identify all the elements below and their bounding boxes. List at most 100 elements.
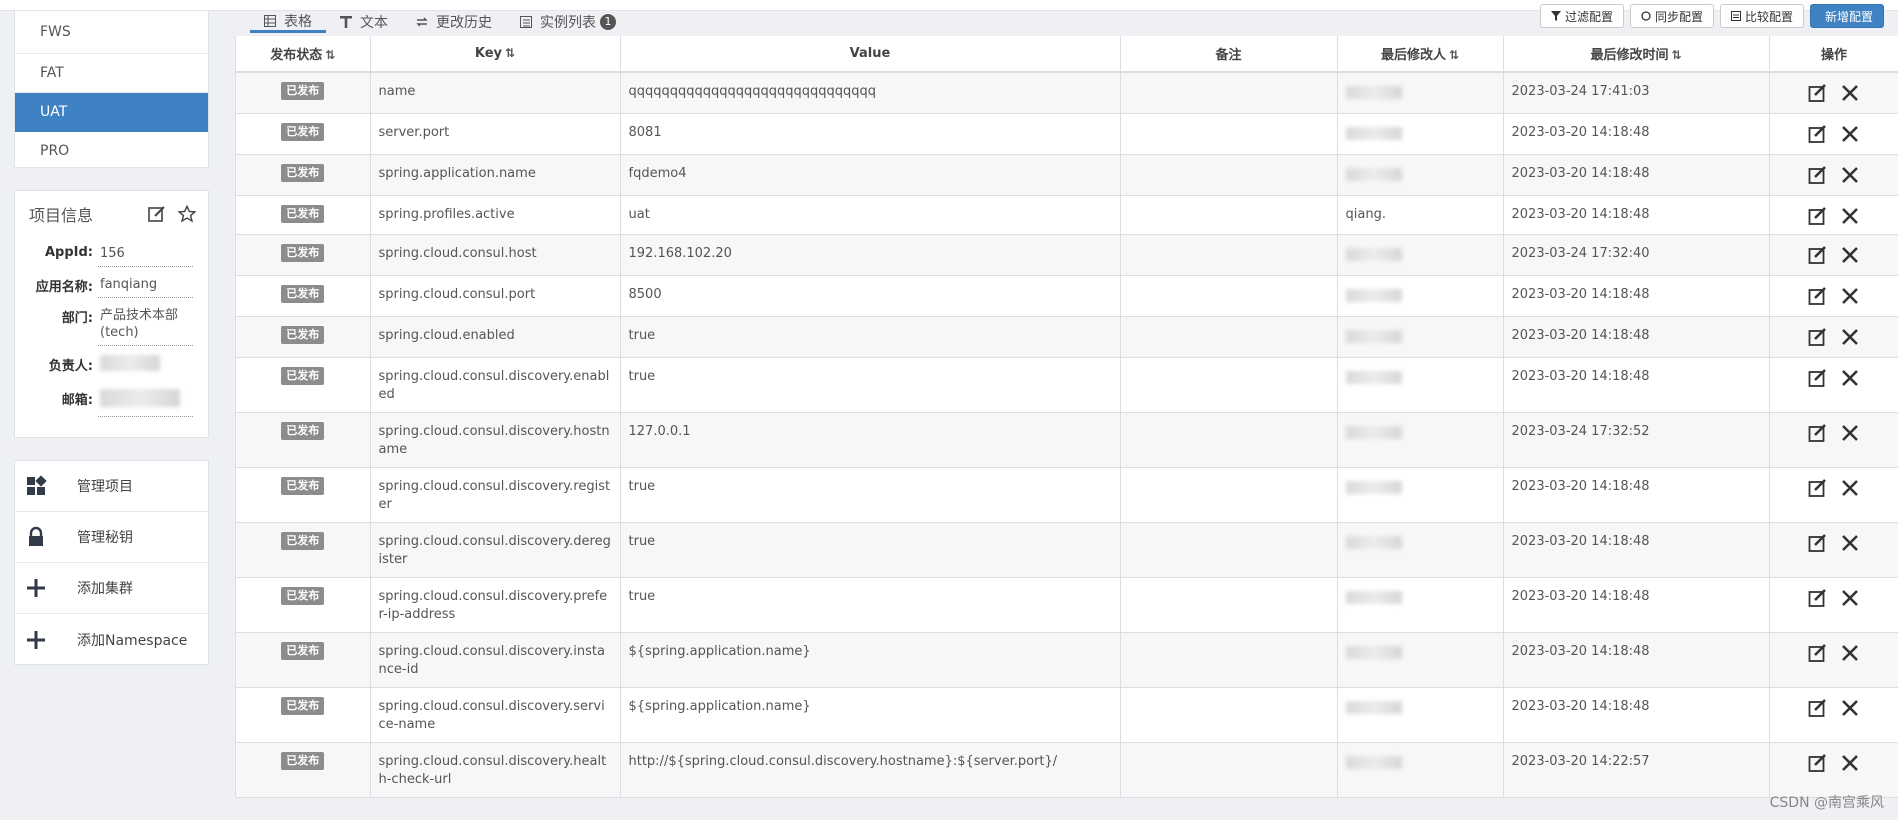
action-button-1[interactable]: 同步配置 [1629, 4, 1714, 28]
time-cell: 2023-03-20 14:18:48 [1503, 195, 1770, 235]
star-icon[interactable] [178, 204, 196, 223]
delete-icon[interactable] [1840, 753, 1860, 773]
delete-icon[interactable] [1840, 124, 1860, 144]
edit-icon[interactable] [1808, 327, 1828, 347]
modifier-cell [1337, 412, 1504, 468]
edit-icon[interactable] [1808, 533, 1828, 553]
sort-icon[interactable]: ⇅ [1671, 48, 1681, 62]
owner-row: 负责人: [15, 352, 208, 380]
edit-icon[interactable] [1808, 286, 1828, 306]
time-cell: 2023-03-20 14:18:48 [1503, 154, 1770, 196]
value-cell: true [620, 316, 1121, 358]
edit-icon[interactable] [1808, 478, 1828, 498]
appid-row: AppId: 156 [15, 242, 208, 267]
modifier-cell [1337, 687, 1504, 743]
status-badge: 已发布 [281, 244, 325, 262]
edit-icon[interactable] [1808, 245, 1828, 265]
compare-icon [1730, 11, 1741, 21]
delete-icon[interactable] [1840, 698, 1860, 718]
action-button-0[interactable]: 过滤配置 [1539, 4, 1624, 28]
config-actions: 过滤配置 同步配置 比较配置 新增配置 [1539, 4, 1884, 28]
edit-icon[interactable] [1808, 698, 1828, 718]
delete-icon[interactable] [1840, 423, 1860, 443]
menu-item-2[interactable]: 添加集群 [15, 563, 208, 614]
delete-icon[interactable] [1840, 286, 1860, 306]
sort-icon[interactable]: ⇅ [1449, 48, 1459, 62]
ops-cell [1769, 275, 1898, 317]
env-item-pro[interactable]: PRO [15, 132, 208, 171]
value-cell: 192.168.102.20 [620, 234, 1121, 276]
status-cell: 已发布 [236, 113, 371, 155]
env-item-fws[interactable]: FWS [15, 11, 208, 54]
edit-icon[interactable] [148, 205, 166, 223]
time-cell: 2023-03-20 14:18:48 [1503, 467, 1770, 523]
delete-icon[interactable] [1840, 533, 1860, 553]
delete-icon[interactable] [1840, 478, 1860, 498]
time-cell: 2023-03-20 14:18:48 [1503, 113, 1770, 155]
value-cell: ${spring.application.name} [620, 687, 1121, 743]
env-item-fat[interactable]: FAT [15, 54, 208, 93]
ops-cell [1769, 632, 1898, 688]
delete-icon[interactable] [1840, 327, 1860, 347]
redacted-modifier [1345, 646, 1402, 659]
delete-icon[interactable] [1840, 588, 1860, 608]
redacted-modifier [1345, 756, 1402, 769]
redacted-modifier [1345, 86, 1402, 99]
redacted-modifier [1345, 701, 1402, 714]
table-row: 已发布 spring.cloud.consul.discovery.service… [236, 687, 1898, 743]
delete-icon[interactable] [1840, 165, 1860, 185]
tab-3[interactable]: 实例列表 1 [506, 11, 630, 33]
config-table: 发布状态 ⇅ Key ⇅ Value 备注 最后修改人 ⇅ 最后修改时间 ⇅ 操作 已发… [236, 36, 1898, 798]
watermark: CSDN @南宫乘风 [1769, 795, 1884, 811]
comment-cell [1120, 195, 1338, 235]
value-cell: qqqqqqqqqqqqqqqqqqqqqqqqqqqqqq [620, 72, 1121, 114]
menu-item-1[interactable]: 管理秘钥 [15, 512, 208, 563]
value-cell: 127.0.0.1 [620, 412, 1121, 468]
time-cell: 2023-03-20 14:22:57 [1503, 742, 1770, 798]
action-button-2[interactable]: 比较配置 [1719, 4, 1804, 28]
redacted-owner [100, 355, 160, 371]
edit-icon[interactable] [1808, 643, 1828, 663]
status-cell: 已发布 [236, 316, 371, 358]
modifier-cell: qiang. [1337, 195, 1504, 235]
menu-item-0[interactable]: 管理项目 [15, 461, 208, 512]
key-cell: server.port [370, 113, 621, 155]
header-status[interactable]: 发布状态 ⇅ [236, 36, 371, 73]
comment-cell [1120, 234, 1338, 276]
table-row: 已发布 server.port 8081 2023-03-20 14:18:48 [236, 113, 1898, 155]
edit-icon[interactable] [1808, 368, 1828, 388]
env-item-uat[interactable]: UAT [15, 93, 208, 132]
delete-icon[interactable] [1840, 245, 1860, 265]
edit-icon[interactable] [1808, 753, 1828, 773]
table-row: 已发布 spring.cloud.consul.host 192.168.102.2… [236, 234, 1898, 276]
sort-icon[interactable]: ⇅ [325, 48, 335, 62]
action-button-3[interactable]: 新增配置 [1809, 4, 1884, 28]
menu-item-3[interactable]: 添加Namespace [15, 614, 208, 665]
header-time[interactable]: 最后修改时间 ⇅ [1503, 36, 1770, 73]
comment-cell [1120, 742, 1338, 798]
list-icon [520, 16, 536, 28]
sort-icon[interactable]: ⇅ [505, 46, 515, 60]
edit-icon[interactable] [1808, 206, 1828, 226]
delete-icon[interactable] [1840, 643, 1860, 663]
project-menu: 管理项目 管理秘钥 添加集群 添加Namespace [14, 460, 209, 665]
table-icon [264, 14, 280, 27]
comment-cell [1120, 357, 1338, 413]
tab-2[interactable]: 更改历史 [402, 11, 506, 33]
header-key[interactable]: Key ⇅ [370, 36, 621, 73]
header-modifier[interactable]: 最后修改人 ⇅ [1337, 36, 1504, 73]
tab-1[interactable]: 文本 [326, 11, 402, 33]
value-cell: true [620, 357, 1121, 413]
delete-icon[interactable] [1840, 368, 1860, 388]
edit-icon[interactable] [1808, 124, 1828, 144]
edit-icon[interactable] [1808, 83, 1828, 103]
comment-cell [1120, 154, 1338, 196]
edit-icon[interactable] [1808, 588, 1828, 608]
delete-icon[interactable] [1840, 206, 1860, 226]
comment-cell [1120, 632, 1338, 688]
tab-0[interactable]: 表格 [250, 11, 326, 33]
value-cell: 8500 [620, 275, 1121, 317]
delete-icon[interactable] [1840, 83, 1860, 103]
edit-icon[interactable] [1808, 165, 1828, 185]
edit-icon[interactable] [1808, 423, 1828, 443]
